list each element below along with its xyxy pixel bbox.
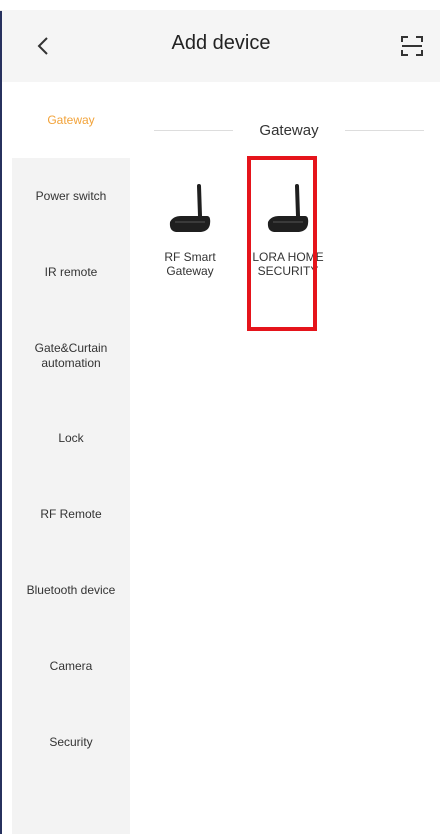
sidebar-item-label: Gate&Curtain automation xyxy=(34,341,108,370)
highlight-box xyxy=(247,156,317,331)
sidebar-item-label: Bluetooth device xyxy=(26,582,116,597)
sidebar-item-bluetooth[interactable]: Bluetooth device xyxy=(12,552,130,628)
category-sidebar: Gateway Power switch IR remote Gate&Curt… xyxy=(12,82,130,834)
divider xyxy=(154,129,234,131)
sidebar-item-label: Camera xyxy=(49,658,93,673)
sidebar-item-label: IR remote xyxy=(44,264,98,279)
sidebar-item-label: Power switch xyxy=(35,188,107,203)
divider xyxy=(344,129,425,131)
left-edge xyxy=(0,0,2,834)
router-icon xyxy=(169,184,211,232)
sidebar-item-ir-remote[interactable]: IR remote xyxy=(12,234,130,310)
sidebar-item-power-switch[interactable]: Power switch xyxy=(12,158,130,234)
sidebar-item-gate-curtain[interactable]: Gate&Curtain automation xyxy=(12,318,130,394)
sidebar-item-gateway[interactable]: Gateway xyxy=(12,82,130,158)
section-header: Gateway xyxy=(154,120,425,140)
sidebar-item-label: RF Remote xyxy=(40,506,102,521)
scan-icon xyxy=(401,36,423,56)
sidebar-item-security[interactable]: Security xyxy=(12,704,130,780)
sidebar-item-lock[interactable]: Lock xyxy=(12,400,130,476)
app-header: Add device xyxy=(2,10,440,82)
sidebar-item-label: Security xyxy=(49,734,93,749)
sidebar-item-label: Gateway xyxy=(47,112,95,127)
device-label: RF Smart Gateway xyxy=(164,250,216,278)
sidebar-item-label: Lock xyxy=(58,430,84,445)
sidebar-item-rf-remote[interactable]: RF Remote xyxy=(12,476,130,552)
device-rf-smart-gateway[interactable]: RF Smart Gateway xyxy=(150,178,230,278)
scan-button[interactable] xyxy=(392,26,432,66)
section-title: Gateway xyxy=(259,121,319,139)
sidebar-item-camera[interactable]: Camera xyxy=(12,628,130,704)
page-title: Add device xyxy=(171,32,271,54)
